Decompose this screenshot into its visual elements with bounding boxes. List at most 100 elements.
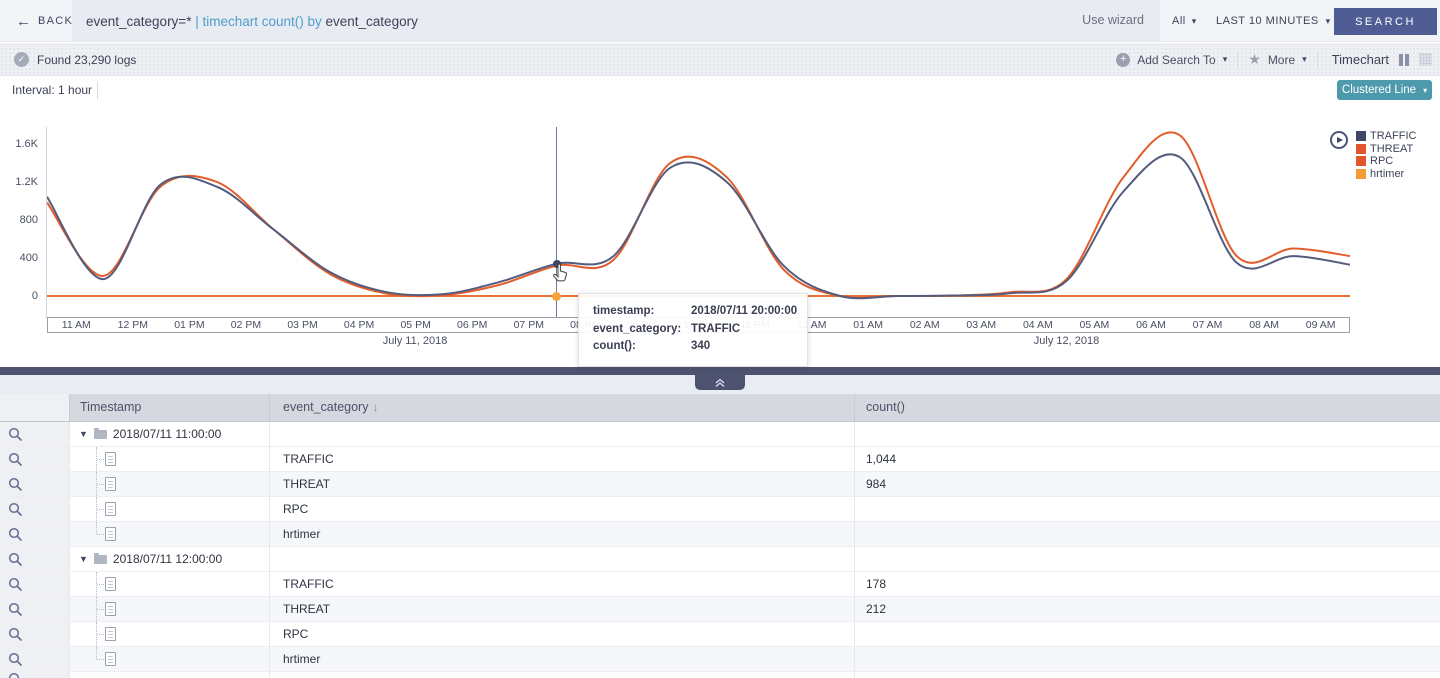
tree-cell <box>70 597 270 621</box>
row-search-icon[interactable] <box>0 472 70 496</box>
folder-icon <box>94 555 107 564</box>
tree-cell <box>70 447 270 471</box>
double-chevron-up-icon <box>714 378 726 388</box>
y-axis-tick-label: 0 <box>0 290 38 302</box>
row-search-icon[interactable] <box>0 497 70 521</box>
row-search-icon[interactable] <box>0 622 70 646</box>
table-row[interactable]: RPC <box>0 497 1440 522</box>
chart-type-dropdown[interactable]: Clustered Line ▾ <box>1337 80 1432 100</box>
table-view-icon[interactable] <box>1419 53 1432 66</box>
tooltip-row: event_category: TRAFFIC <box>593 321 807 339</box>
header-cell-count[interactable]: count() <box>855 394 1440 421</box>
count-cell <box>855 647 1440 671</box>
add-search-to-dropdown[interactable]: + Add Search To ▾ <box>1116 53 1227 67</box>
table-group-row[interactable]: ▼2018/07/11 12:00:00 <box>0 547 1440 572</box>
legend-item-rpc[interactable]: RPC <box>1356 155 1416 168</box>
category-cell: THREAT <box>270 597 855 621</box>
table-row[interactable]: THREAT212 <box>0 597 1440 622</box>
table-row[interactable]: RPC <box>0 622 1440 647</box>
table-row[interactable]: hrtimer <box>0 647 1440 672</box>
x-axis-tick-label: 06 PM <box>444 318 501 332</box>
divider <box>97 81 98 99</box>
row-search-icon[interactable] <box>0 597 70 621</box>
timechart-panel: 1.6K1.2K8004000 11 AM12 PM01 PM02 PM03 P… <box>0 104 1440 367</box>
scope-value: All <box>1172 15 1186 27</box>
tooltip-value: TRAFFIC <box>691 321 807 339</box>
legend-item-threat[interactable]: THREAT <box>1356 143 1416 156</box>
search-button[interactable]: SEARCH <box>1334 8 1437 35</box>
query-segment: event_category <box>326 14 418 29</box>
chevron-down-icon: ▾ <box>1326 16 1331 27</box>
timechart-plot[interactable] <box>47 127 1350 319</box>
play-button[interactable] <box>1330 131 1348 149</box>
row-search-icon[interactable] <box>0 422 70 446</box>
row-search-icon[interactable] <box>0 522 70 546</box>
scope-dropdown[interactable]: All ▾ <box>1172 0 1197 42</box>
collapse-group-icon[interactable]: ▼ <box>79 429 88 439</box>
more-dropdown[interactable]: ★ More ▾ <box>1248 51 1306 68</box>
found-logs-text: Found 23,290 logs <box>37 53 136 67</box>
time-range-dropdown[interactable]: LAST 10 MINUTES ▾ <box>1216 0 1331 42</box>
tooltip-value: 2018/07/11 20:00:00 <box>691 303 807 321</box>
y-axis-tick-label: 800 <box>0 214 38 226</box>
collapse-chart-button[interactable] <box>695 375 745 390</box>
tree-cell <box>70 497 270 521</box>
legend-swatch <box>1356 144 1366 154</box>
y-axis-tick-label: 1.2K <box>0 176 38 188</box>
divider <box>1237 52 1238 68</box>
table-row[interactable]: TRAFFIC1,044 <box>0 447 1440 472</box>
row-search-icon[interactable] <box>0 447 70 471</box>
search-query-input[interactable]: event_category=* | timechart count() by … <box>72 0 1160 42</box>
table-body: ▼2018/07/11 11:00:00TRAFFIC1,044THREAT98… <box>0 422 1440 678</box>
row-search-icon[interactable] <box>0 672 70 678</box>
x-axis-tick-label: 01 PM <box>161 318 218 332</box>
tree-line <box>97 484 104 485</box>
tree-line <box>96 522 97 534</box>
use-wizard-link[interactable]: Use wizard <box>1082 13 1144 27</box>
document-icon <box>105 602 116 616</box>
table-row-partial <box>0 672 1440 678</box>
count-cell: 178 <box>855 572 1440 596</box>
row-search-icon[interactable] <box>0 572 70 596</box>
category-cell: RPC <box>270 497 855 521</box>
document-icon <box>105 477 116 491</box>
tree-cell <box>70 672 270 678</box>
table-group-row[interactable]: ▼2018/07/11 11:00:00 <box>0 422 1440 447</box>
tree-cell <box>70 522 270 546</box>
document-icon <box>105 527 116 541</box>
chevron-down-icon: ▾ <box>1192 16 1197 27</box>
row-search-icon[interactable] <box>0 647 70 671</box>
play-icon <box>1337 137 1343 143</box>
y-axis-tick-label: 1.6K <box>0 138 38 150</box>
table-row[interactable]: TRAFFIC178 <box>0 572 1440 597</box>
category-cell <box>270 547 855 571</box>
row-search-icon[interactable] <box>0 547 70 571</box>
back-label: BACK <box>38 15 73 27</box>
header-cell-timestamp[interactable]: Timestamp <box>70 394 270 421</box>
series-line-traffic <box>47 154 1350 298</box>
x-axis-tick-label: 03 PM <box>274 318 331 332</box>
header-cell-category[interactable]: event_category↓ <box>270 394 855 421</box>
panel-divider-bar[interactable] <box>0 367 1440 375</box>
chart-legend: TRAFFICTHREATRPChrtimer <box>1356 130 1416 180</box>
tree-line <box>97 534 104 535</box>
log-search-app: ← BACK event_category=* | timechart coun… <box>0 0 1440 678</box>
chevron-down-icon: ▾ <box>1302 54 1307 65</box>
legend-item-hrtimer[interactable]: hrtimer <box>1356 168 1416 181</box>
collapse-group-icon[interactable]: ▼ <box>79 554 88 564</box>
count-cell <box>855 672 1440 678</box>
back-button[interactable]: ← BACK <box>16 0 73 42</box>
results-table: Timestamp event_category↓ count() ▼2018/… <box>0 394 1440 678</box>
add-search-to-label: Add Search To <box>1137 53 1216 67</box>
query-text: event_category=* | timechart count() by … <box>72 14 418 29</box>
chart-view-icon[interactable] <box>1399 54 1409 66</box>
legend-swatch <box>1356 169 1366 179</box>
count-cell <box>855 422 1440 446</box>
series-line-threat <box>47 132 1350 298</box>
timechart-view-label: Timechart <box>1332 52 1389 67</box>
table-row[interactable]: THREAT984 <box>0 472 1440 497</box>
crosshair-line <box>556 127 557 319</box>
legend-item-traffic[interactable]: TRAFFIC <box>1356 130 1416 143</box>
table-row[interactable]: hrtimer <box>0 522 1440 547</box>
x-axis-tick-label: 04 AM <box>1010 318 1067 332</box>
